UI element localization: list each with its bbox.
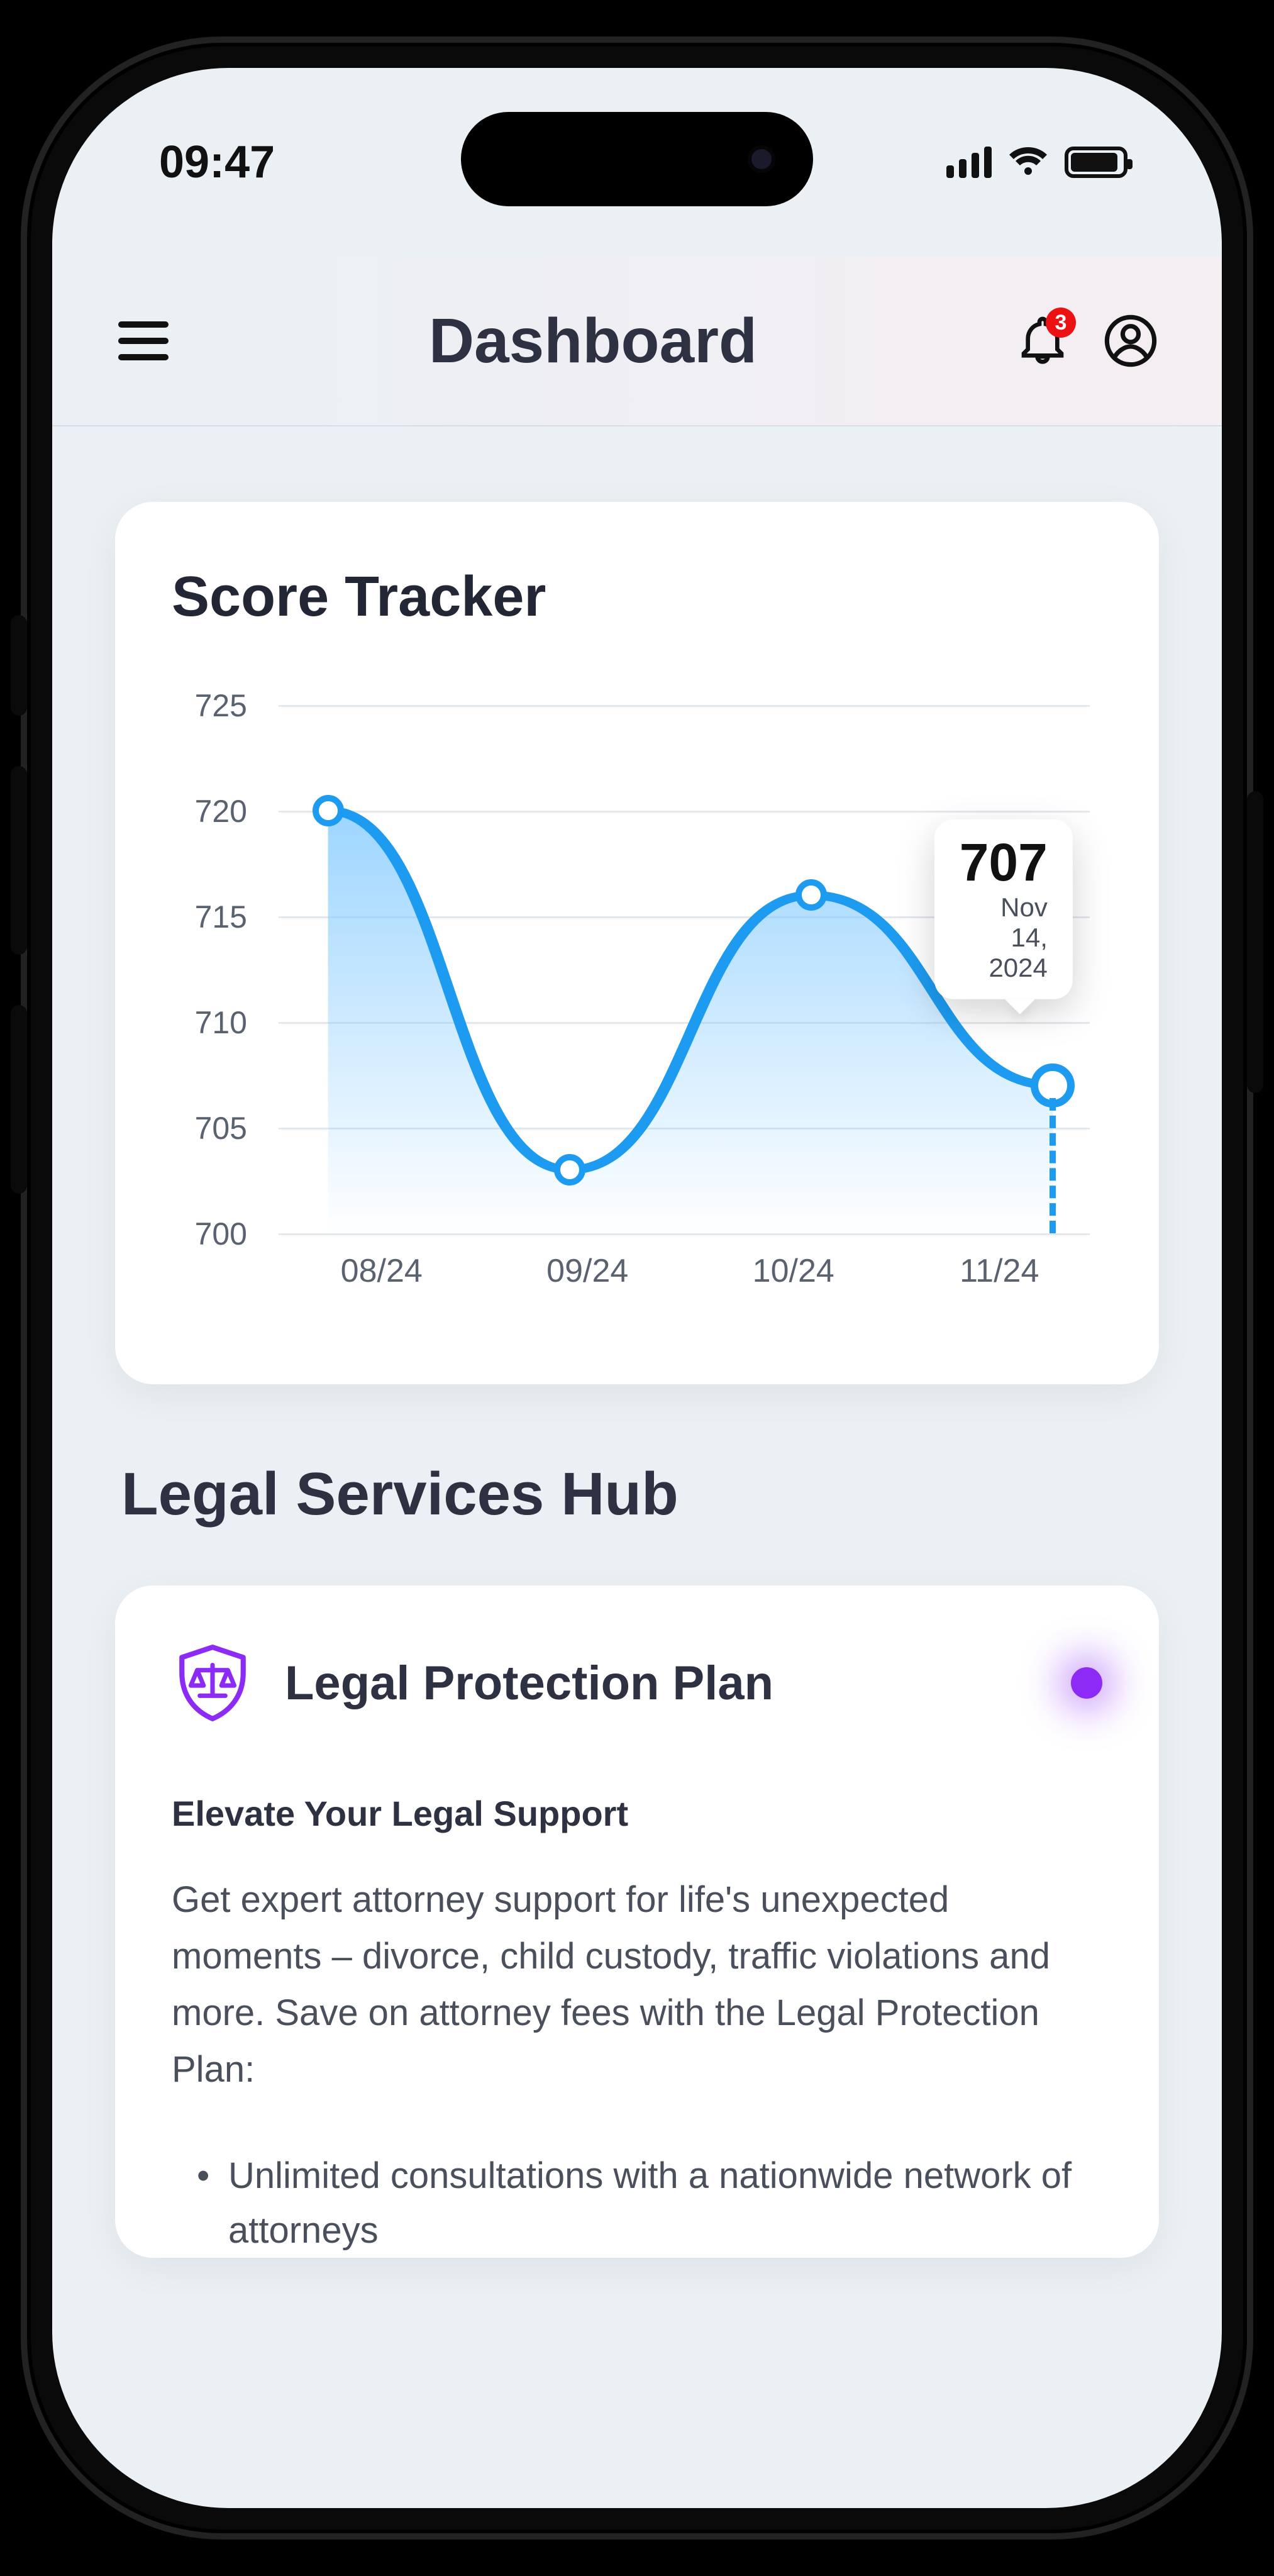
x-tick-label: 09/24 bbox=[485, 1252, 691, 1290]
app-header: Dashboard 3 bbox=[52, 257, 1222, 426]
status-time: 09:47 bbox=[159, 136, 275, 188]
section-title-legal: Legal Services Hub bbox=[121, 1460, 1159, 1529]
legal-bullet: Unlimited consultations with a nationwid… bbox=[197, 2148, 1102, 2258]
notification-badge: 3 bbox=[1046, 308, 1076, 338]
score-tracker-card: Score Tracker 700705710715720725 bbox=[115, 502, 1159, 1384]
score-chart[interactable]: 700705710715720725 bbox=[172, 705, 1102, 1309]
wifi-icon bbox=[1008, 147, 1048, 177]
legal-subtitle: Elevate Your Legal Support bbox=[172, 1793, 1102, 1834]
tooltip-date: Nov 14, 2024 bbox=[960, 892, 1048, 983]
hamburger-icon bbox=[118, 321, 169, 360]
battery-icon bbox=[1065, 147, 1127, 178]
volume-down-button bbox=[11, 1005, 27, 1194]
menu-button[interactable] bbox=[115, 313, 172, 369]
notifications-button[interactable]: 3 bbox=[1014, 313, 1071, 369]
chart-point[interactable] bbox=[795, 879, 827, 911]
chart-point[interactable] bbox=[313, 795, 344, 826]
volume-up-button bbox=[11, 766, 27, 955]
dynamic-island bbox=[461, 112, 813, 206]
legal-protection-card[interactable]: Legal Protection Plan Elevate Your Legal… bbox=[115, 1585, 1159, 2258]
status-dot bbox=[1071, 1667, 1102, 1699]
x-tick-label: 10/24 bbox=[690, 1252, 897, 1290]
tooltip-value: 707 bbox=[960, 836, 1048, 889]
legal-card-title: Legal Protection Plan bbox=[285, 1656, 773, 1711]
profile-button[interactable] bbox=[1102, 313, 1159, 369]
chart-tooltip: 707 Nov 14, 2024 bbox=[934, 819, 1073, 999]
shield-scales-icon bbox=[172, 1642, 253, 1724]
legal-body: Get expert attorney support for life's u… bbox=[172, 1872, 1102, 2098]
x-tick-label: 11/24 bbox=[897, 1252, 1103, 1290]
screen: 09:47 Dashboard bbox=[52, 68, 1222, 2508]
grid-line bbox=[279, 1233, 1090, 1235]
phone-frame: 09:47 Dashboard bbox=[21, 36, 1253, 2540]
page-title: Dashboard bbox=[429, 305, 757, 377]
card-title: Score Tracker bbox=[172, 565, 1102, 630]
power-button bbox=[1247, 791, 1263, 1093]
chart-point[interactable] bbox=[554, 1154, 585, 1185]
cellular-signal-icon bbox=[946, 147, 992, 178]
legal-bullet-list: Unlimited consultations with a nationwid… bbox=[172, 2148, 1102, 2258]
side-button bbox=[11, 615, 27, 716]
user-icon bbox=[1104, 314, 1158, 368]
x-tick-label: 08/24 bbox=[279, 1252, 485, 1290]
